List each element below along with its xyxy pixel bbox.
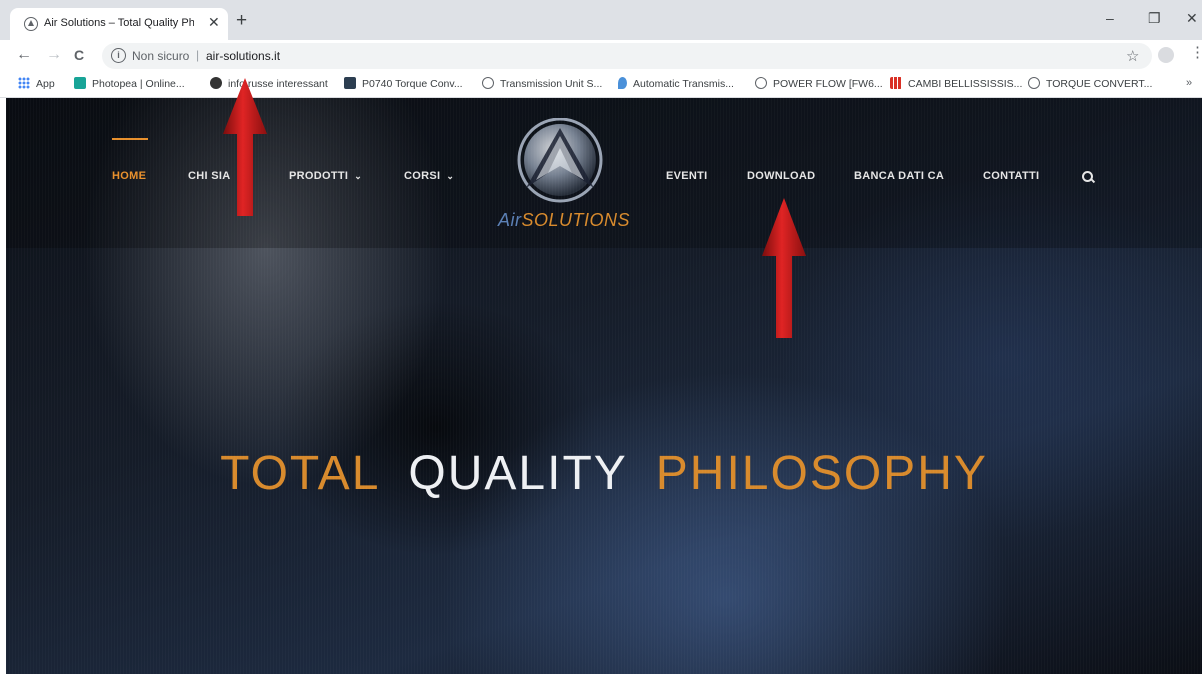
chevron-down-icon: ⌄ <box>354 171 363 181</box>
url-text[interactable]: air-solutions.it <box>206 49 280 63</box>
tab-close-icon[interactable]: ✕ <box>208 14 220 31</box>
site-info-icon[interactable]: i <box>111 48 126 63</box>
bookmark-photopea[interactable]: Photopea | Online... <box>74 77 185 90</box>
restore-button[interactable]: ❐ <box>1148 10 1161 27</box>
up-arrow-icon <box>762 198 806 338</box>
bookmark-power-flow[interactable]: POWER FLOW [FW6... <box>755 77 883 90</box>
up-arrow-icon <box>223 78 267 216</box>
globe-icon <box>482 77 494 89</box>
hero-word-total: TOTAL <box>220 447 381 500</box>
active-nav-indicator <box>112 138 148 140</box>
hero-word-quality: QUALITY <box>408 447 628 500</box>
photopea-icon <box>74 77 86 89</box>
nav-prodotti[interactable]: PRODOTTI ⌄ <box>289 170 362 182</box>
globe-icon <box>1028 77 1040 89</box>
back-button[interactable]: ← <box>16 46 32 64</box>
globe-icon <box>755 77 767 89</box>
website-viewport: HOME CHI SIA PRODOTTI ⌄ CORSI ⌄ AirSOLUTIO… <box>6 98 1202 674</box>
bars-icon <box>890 77 902 89</box>
extension-icon[interactable] <box>1158 47 1174 63</box>
chevron-down-icon: ⌄ <box>446 171 455 181</box>
search-icon[interactable] <box>1082 171 1093 182</box>
new-tab-button[interactable]: + <box>236 11 247 30</box>
drop-icon <box>618 77 627 89</box>
security-status: Non sicuro <box>132 49 190 63</box>
nav-contatti[interactable]: CONTATTI <box>983 170 1039 182</box>
reload-button[interactable]: C <box>74 47 84 63</box>
minimize-button[interactable]: – <box>1106 10 1114 26</box>
bookmark-transmission-unit[interactable]: Transmission Unit S... <box>482 77 602 90</box>
hero-word-philosophy: PHILOSOPHY <box>655 447 988 500</box>
browser-menu-icon[interactable]: ⋮ <box>1190 45 1202 61</box>
logo-wordmark: AirSOLUTIONS <box>498 210 631 230</box>
nav-corsi[interactable]: CORSI ⌄ <box>404 170 454 182</box>
z-icon <box>344 77 356 89</box>
tab-title: Air Solutions – Total Quality Philo <box>44 17 194 29</box>
close-window-button[interactable]: ✕ <box>1186 10 1198 27</box>
bookmark-cambi[interactable]: CAMBI BELLISSISSIS... <box>890 77 1022 90</box>
nav-eventi[interactable]: EVENTI <box>666 170 708 182</box>
tab-strip: Air Solutions – Total Quality Philo ✕ + … <box>0 0 1202 40</box>
bookmarks-overflow-icon[interactable]: » <box>1186 77 1192 89</box>
hero-headline: TOTAL QUALITY PHILOSOPHY <box>6 446 1202 501</box>
forward-button[interactable]: → <box>46 46 62 64</box>
bookmark-automatic-transmis[interactable]: Automatic Transmis... <box>618 77 734 90</box>
apps-grid-icon <box>18 77 30 89</box>
address-bar[interactable]: i Non sicuro | air-solutions.it ☆ <box>102 43 1152 69</box>
bookmarks-bar: App Photopea | Online... info russe inte… <box>0 72 1202 98</box>
nav-download[interactable]: DOWNLOAD <box>747 170 815 182</box>
bookmark-torque-convert[interactable]: TORQUE CONVERT... <box>1028 77 1152 90</box>
nav-home[interactable]: HOME <box>112 170 146 182</box>
url-separator: | <box>196 48 200 62</box>
bookmark-apps[interactable]: App <box>18 77 55 90</box>
browser-tab[interactable]: Air Solutions – Total Quality Philo ✕ <box>10 8 228 40</box>
bookmark-p0740[interactable]: P0740 Torque Conv... <box>344 77 463 90</box>
site-favicon-icon <box>24 17 38 31</box>
browser-toolbar: ← → C i Non sicuro | air-solutions.it ☆ <box>0 40 1202 72</box>
nav-banca-dati[interactable]: BANCA DATI CA <box>854 170 944 182</box>
bookmark-star-icon[interactable]: ☆ <box>1126 47 1139 65</box>
